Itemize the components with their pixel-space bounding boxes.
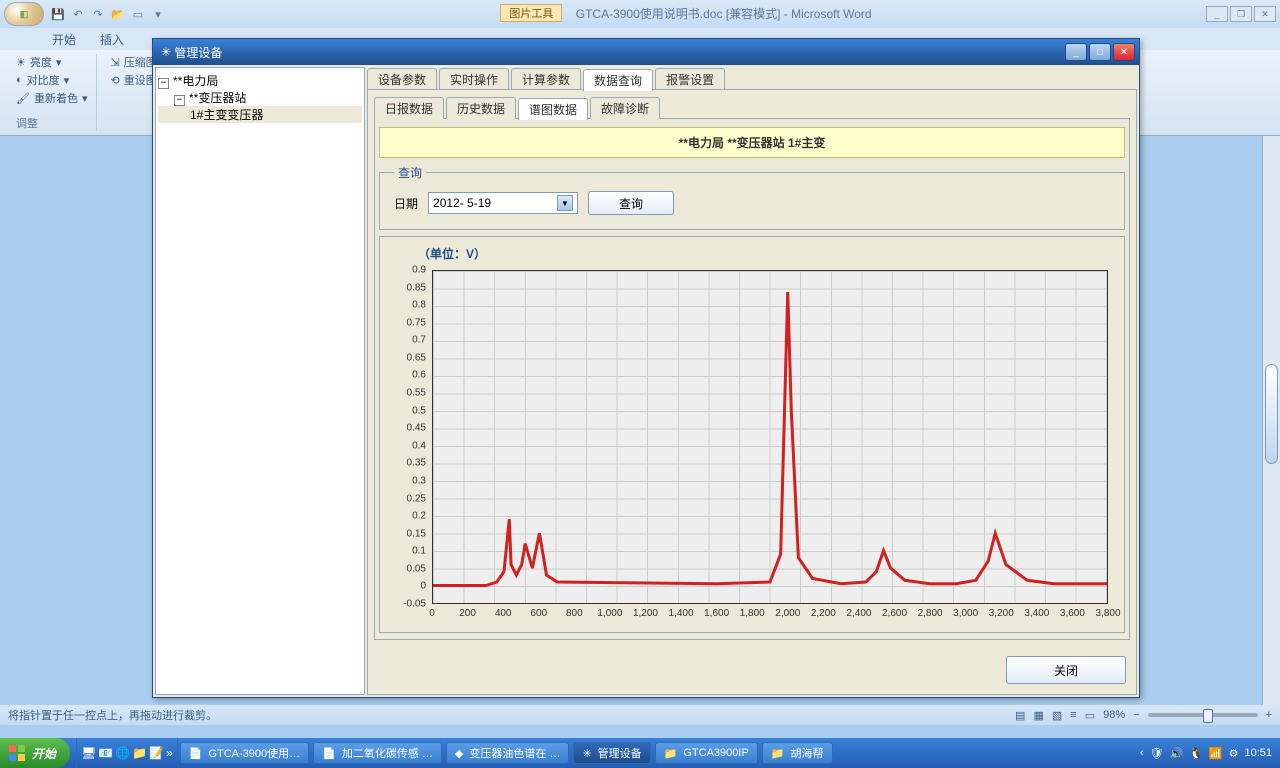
query-fieldset: 查询 日期 2012- 5-19 ▼ 查询 (379, 164, 1125, 230)
device-tree[interactable]: −**电力局 −**变压器站 1#主变变压器 (155, 67, 365, 695)
taskbar: 开始 🖥 📧 🌐 📁 📝 » 📄GTCA-3900使用…📄加二氧化碳传感 …◆变… (0, 738, 1280, 768)
quicklaunch-icon[interactable]: 🌐 (115, 746, 130, 760)
status-text: 将指针置于任一控点上，再拖动进行裁剪。 (8, 707, 217, 723)
brightness-icon: ☀ (16, 56, 26, 69)
contrast-icon: ◐ (16, 74, 23, 86)
word-window-buttons: _ ❐ ✕ (1206, 6, 1276, 22)
subtab-daily[interactable]: 日报数据 (374, 97, 444, 119)
chart-fieldset: （单位：V） -0.0500.050.10.150.20.250.30.350.… (379, 236, 1125, 633)
subtab-fault[interactable]: 故障诊断 (590, 97, 660, 119)
tray-icon[interactable]: 📶 (1209, 747, 1223, 760)
undo-icon[interactable]: ↶ (70, 6, 86, 22)
zoom-value[interactable]: 98% (1103, 709, 1125, 721)
dialog-titlebar[interactable]: ✳ 管理设备 _ □ ✕ (153, 39, 1139, 65)
subtab-history[interactable]: 历史数据 (446, 97, 516, 119)
tray-icon[interactable]: 🔊 (1169, 747, 1183, 760)
sub-tabs: 日报数据 历史数据 谱图数据 故障诊断 (374, 96, 1130, 118)
view-printlayout-icon[interactable]: ▤ (1015, 709, 1025, 722)
close-icon[interactable]: ✕ (1254, 6, 1276, 22)
tray-expand-icon[interactable]: ‹ (1140, 747, 1144, 759)
quick-access-toolbar: 💾 ↶ ↷ 📂 ▭ ▾ (50, 6, 166, 22)
date-picker[interactable]: 2012- 5-19 ▼ (428, 192, 578, 214)
view-outline-icon[interactable]: ≡ (1070, 709, 1076, 721)
chevron-down-icon[interactable]: ▼ (557, 195, 573, 211)
view-web-icon[interactable]: ▧ (1052, 709, 1062, 722)
context-tab[interactable]: 图片工具 (500, 4, 562, 22)
quicklaunch-icon[interactable]: 🖥 (81, 746, 96, 760)
tab-start[interactable]: 开始 (48, 29, 80, 50)
tray-icon[interactable]: 🛡 (1150, 747, 1164, 760)
view-fullscreen-icon[interactable]: ▦ (1033, 709, 1043, 722)
tab-device-params[interactable]: 设备参数 (367, 68, 437, 90)
app-icon: ✳ (161, 45, 171, 59)
quicklaunch-more-icon[interactable]: » (166, 746, 173, 760)
main-tabs: 设备参数 实时操作 计算参数 数据查询 报警设置 (367, 67, 1137, 89)
quicklaunch-icon[interactable]: 📁 (132, 746, 147, 760)
date-value: 2012- 5-19 (433, 196, 491, 210)
collapse-icon[interactable]: − (158, 78, 169, 89)
start-button[interactable]: 开始 (0, 738, 70, 768)
tab-insert[interactable]: 插入 (96, 29, 128, 50)
minimize-icon[interactable]: _ (1206, 6, 1228, 22)
tree-node-root[interactable]: −**电力局 (158, 72, 362, 89)
tray-icon[interactable]: 🐧 (1189, 747, 1203, 760)
tab-data-query[interactable]: 数据查询 (583, 69, 653, 91)
taskbar-item[interactable]: 📄加二氧化碳传感 … (313, 742, 442, 764)
quicklaunch-icon[interactable]: 📝 (149, 746, 164, 760)
new-icon[interactable]: ▭ (130, 6, 146, 22)
quicklaunch-icon[interactable]: 📧 (98, 746, 113, 760)
dialog-title: 管理设备 (174, 44, 222, 61)
reset-icon: ⟲ (111, 74, 120, 87)
tab-calc-params[interactable]: 计算参数 (511, 68, 581, 90)
subtab-spectrum[interactable]: 谱图数据 (518, 98, 588, 120)
tree-node-device[interactable]: 1#主变变压器 (158, 106, 362, 123)
open-icon[interactable]: 📂 (110, 6, 126, 22)
ribbon-group-adjust: ☀亮度 ▾ ◐对比度 ▾ 🖌重新着色 ▾ 调整 (8, 54, 97, 131)
taskbar-item[interactable]: ◆变压器油色谱在 … (446, 742, 570, 764)
view-draft-icon[interactable]: ▭ (1085, 709, 1095, 722)
redo-icon[interactable]: ↷ (90, 6, 106, 22)
context-header: **电力局 **变压器站 1#主变 (379, 127, 1125, 158)
taskbar-item[interactable]: ✳管理设备 (573, 742, 650, 764)
query-button[interactable]: 查询 (588, 191, 674, 215)
restore-icon[interactable]: ❐ (1230, 6, 1252, 22)
vertical-scrollbar[interactable] (1262, 136, 1280, 706)
date-label: 日期 (394, 195, 418, 212)
tab-content: 日报数据 历史数据 谱图数据 故障诊断 **电力局 **变压器站 1#主变 查询… (367, 89, 1137, 695)
chart: -0.0500.050.10.150.20.250.30.350.40.450.… (390, 266, 1118, 626)
recolor-icon: 🖌 (16, 92, 30, 105)
taskbar-item[interactable]: 📁胡海帮 (762, 742, 833, 764)
chart-title: （单位：V） (418, 245, 486, 262)
taskbar-item[interactable]: 📁GTCA3900IP (655, 742, 758, 764)
tray-icon[interactable]: ⚙ (1229, 747, 1239, 760)
tree-node-station[interactable]: −**变压器站 (158, 89, 362, 106)
clock[interactable]: 10:51 (1244, 747, 1272, 759)
qat-more-icon[interactable]: ▾ (150, 6, 166, 22)
tab-realtime[interactable]: 实时操作 (439, 68, 509, 90)
word-title: 图片工具 GTCA-3900使用说明书.doc [兼容模式] - Microso… (166, 5, 1206, 23)
query-legend: 查询 (394, 164, 426, 181)
windows-logo-icon (8, 744, 26, 762)
office-button[interactable]: ◧ (4, 2, 44, 26)
word-status-bar: 将指针置于任一控点上，再拖动进行裁剪。 ▤ ▦ ▧ ≡ ▭ 98% −+ (0, 705, 1280, 725)
collapse-icon[interactable]: − (174, 95, 185, 106)
dialog-close-icon[interactable]: ✕ (1113, 43, 1135, 61)
tab-alarm[interactable]: 报警设置 (655, 68, 725, 90)
manage-device-dialog: ✳ 管理设备 _ □ ✕ −**电力局 −**变压器站 1#主变变压器 设备参数… (152, 38, 1140, 698)
plot-area (432, 270, 1108, 604)
zoom-slider[interactable] (1148, 713, 1258, 717)
y-axis: -0.0500.050.10.150.20.250.30.350.40.450.… (390, 270, 430, 604)
close-button[interactable]: 关闭 (1006, 656, 1126, 684)
x-axis: 02004006008001,0001,2001,4001,6001,8002,… (432, 606, 1108, 626)
dialog-maximize-icon[interactable]: □ (1089, 43, 1111, 61)
taskbar-item[interactable]: 📄GTCA-3900使用… (180, 742, 309, 764)
save-icon[interactable]: 💾 (50, 6, 66, 22)
compress-icon: ⇲ (111, 56, 120, 69)
dialog-minimize-icon[interactable]: _ (1065, 43, 1087, 61)
system-tray[interactable]: ‹ 🛡 🔊 🐧 📶 ⚙ 10:51 (1132, 747, 1280, 760)
word-titlebar: ◧ 💾 ↶ ↷ 📂 ▭ ▾ 图片工具 GTCA-3900使用说明书.doc [兼… (0, 0, 1280, 28)
